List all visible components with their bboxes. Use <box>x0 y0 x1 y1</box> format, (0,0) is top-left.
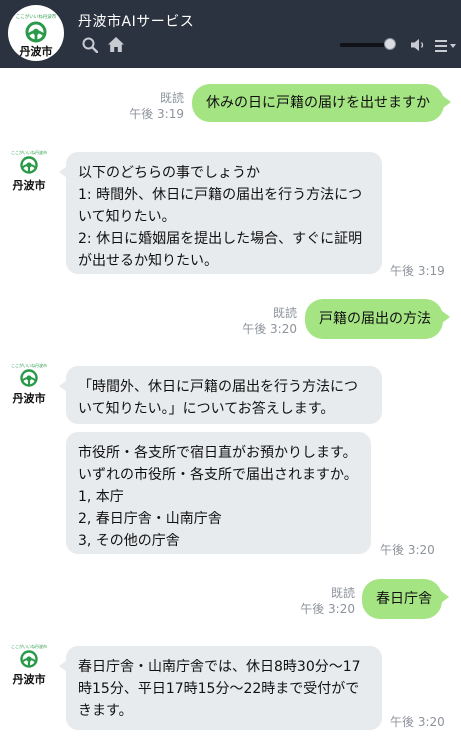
message-time: 午後 3:19 <box>390 264 445 278</box>
volume-slider-fill <box>340 43 391 47</box>
menu-icon[interactable] <box>435 40 457 52</box>
user-message-bubble: 休みの日に戸籍の届けを出せますか <box>192 84 451 122</box>
home-icon[interactable] <box>107 36 125 53</box>
volume-icon[interactable] <box>410 38 426 52</box>
bot-message-line: 2: 休日に婚姻届を提出した場合、すぐに証明 <box>78 231 363 247</box>
bot-message-line: 春日庁舎・山南庁舎では、休日8時30分〜17 <box>78 659 361 675</box>
bot-avatar: ここがいいね丹波市 丹波市 <box>10 643 48 688</box>
bot-avatar: ここがいいね丹波市 丹波市 <box>10 362 48 407</box>
svg-text:ここがいいね丹波市: ここがいいね丹波市 <box>11 150 47 155</box>
read-status: 既読 <box>159 91 184 105</box>
message-time: 午後 3:19 <box>129 107 184 121</box>
bot-message-line: いて知りたい。 <box>78 209 176 225</box>
bot-message-line: 「時間外、休日に戸籍の届出を行う方法につ <box>78 379 358 395</box>
bot-message-line: 以下のどちらの事でしょうか <box>78 165 260 181</box>
app-title: 丹波市AIサービス <box>78 14 195 30</box>
user-message-meta: 既読 午後 3:20 <box>242 305 297 337</box>
app-header: ここがいいね丹波市 丹波市 丹波市AIサービス <box>0 0 461 68</box>
svg-text:ここがいいね丹波市: ここがいいね丹波市 <box>11 363 47 368</box>
bot-avatar-label: 丹波市 <box>12 673 46 686</box>
bot-message-line: きます。 <box>78 703 133 719</box>
bot-message-bubble: 春日庁舎・山南庁舎では、休日8時30分〜17 時15分、平日17時15分〜22時… <box>59 646 382 730</box>
message-time: 午後 3:20 <box>300 602 355 616</box>
bot-message-bubble: 市役所・各支所で宿日直がお預かりします。 いずれの市役所・各支所で届出されますか… <box>66 432 371 554</box>
logo-tag-text: ここがいいね丹波市 <box>16 13 57 20</box>
bot-avatar-emblem: ここがいいね丹波市 <box>11 362 47 387</box>
bot-message-bubble: 以下のどちらの事でしょうか 1: 時間外、休日に戸籍の届出を行う方法につ いて知… <box>59 152 382 274</box>
message-time: 午後 3:20 <box>380 543 435 557</box>
volume-slider-knob[interactable] <box>384 38 397 50</box>
user-message-meta: 既読 午後 3:19 <box>129 90 184 122</box>
user-message-text: 休みの日に戸籍の届けを出せますか <box>206 95 430 111</box>
read-status: 既読 <box>330 586 355 600</box>
bot-message-line: いて知りたい。」についてお答えします。 <box>78 401 335 417</box>
volume-slider[interactable] <box>340 38 401 51</box>
bot-avatar-emblem: ここがいいね丹波市 <box>11 149 47 174</box>
bot-message-line: が出せるか知りたい。 <box>78 253 218 269</box>
logo-text: 丹波市 <box>20 44 53 58</box>
user-message-bubble: 戸籍の届出の方法 <box>305 299 450 339</box>
search-icon[interactable] <box>82 37 98 53</box>
bot-message-line: 1, 本庁 <box>78 489 124 505</box>
user-message-meta: 既読 午後 3:20 <box>300 585 355 617</box>
user-message-text: 戸籍の届出の方法 <box>319 311 431 327</box>
bot-avatar-emblem: ここがいいね丹波市 <box>11 643 47 668</box>
user-message-bubble: 春日庁舎 <box>362 579 449 619</box>
message-time: 午後 3:20 <box>242 322 297 336</box>
read-status: 既読 <box>272 306 297 320</box>
bot-message-line: 時15分、平日17時15分〜22時まで受付がで <box>78 681 360 697</box>
bot-message-line: 1: 時間外、休日に戸籍の届出を行う方法につ <box>78 187 363 203</box>
bot-message-line: いずれの市役所・各支所で届出されますか。 <box>78 467 358 483</box>
bot-avatar-label: 丹波市 <box>12 179 46 192</box>
bot-avatar-label: 丹波市 <box>12 392 46 405</box>
bot-message-bubble: 「時間外、休日に戸籍の届出を行う方法につ いて知りたい。」についてお答えします。 <box>59 366 382 424</box>
bot-message-line: 市役所・各支所で宿日直がお預かりします。 <box>78 445 357 461</box>
bot-message-line: 3, その他の庁舎 <box>78 533 180 549</box>
bot-message-line: 2, 春日庁舎・山南庁舎 <box>78 511 222 527</box>
tamba-city-logo: ここがいいね丹波市 丹波市 <box>8 5 64 61</box>
user-message-text: 春日庁舎 <box>376 591 432 607</box>
message-time: 午後 3:20 <box>390 715 445 729</box>
svg-text:ここがいいね丹波市: ここがいいね丹波市 <box>11 644 47 649</box>
tamba-city-logo-mark: ここがいいね丹波市 丹波市 <box>9 6 63 60</box>
bot-avatar: ここがいいね丹波市 丹波市 <box>10 149 48 194</box>
